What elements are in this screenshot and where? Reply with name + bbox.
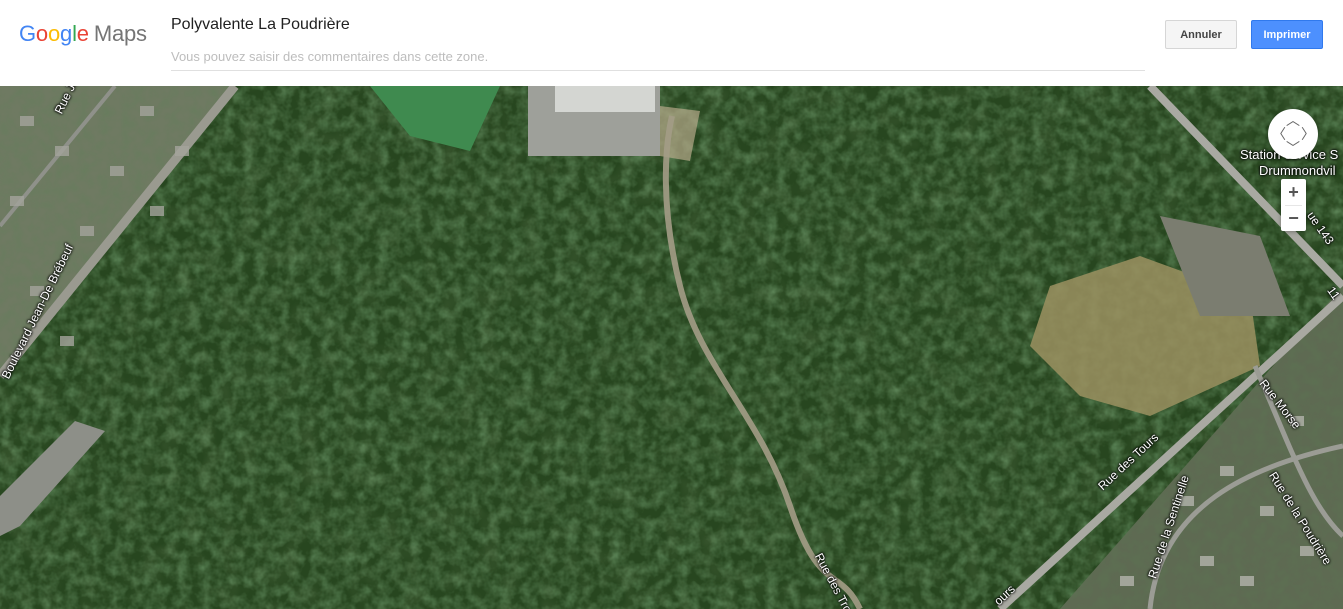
print-header: GoogleMaps Polyvalente La Poudrière Annu… [0, 0, 1343, 86]
pan-control[interactable]: ︿ 〈 〉 ﹀ [1268, 109, 1318, 159]
satellite-imagery [0, 86, 1343, 609]
pan-up-icon[interactable]: ︿ [1286, 113, 1300, 127]
zoom-out-button[interactable]: − [1281, 205, 1306, 231]
cancel-button[interactable]: Annuler [1165, 20, 1237, 49]
pan-down-icon[interactable]: ﹀ [1286, 141, 1300, 155]
print-button[interactable]: Imprimer [1251, 20, 1323, 49]
road-label-drummondville: Drummondvil [1259, 163, 1336, 178]
pan-right-icon[interactable]: 〉 [1301, 127, 1315, 141]
zoom-in-button[interactable]: + [1281, 179, 1306, 205]
pan-left-icon[interactable]: 〈 [1272, 127, 1286, 141]
zoom-control: + − [1281, 179, 1306, 231]
satellite-map[interactable]: Boulevard Jean-De Brébeuf Rue Je Station… [0, 86, 1343, 609]
comment-input[interactable] [171, 44, 1145, 71]
google-maps-logo: Google Maps [19, 21, 147, 46]
place-title: Polyvalente La Poudrière [171, 16, 350, 33]
